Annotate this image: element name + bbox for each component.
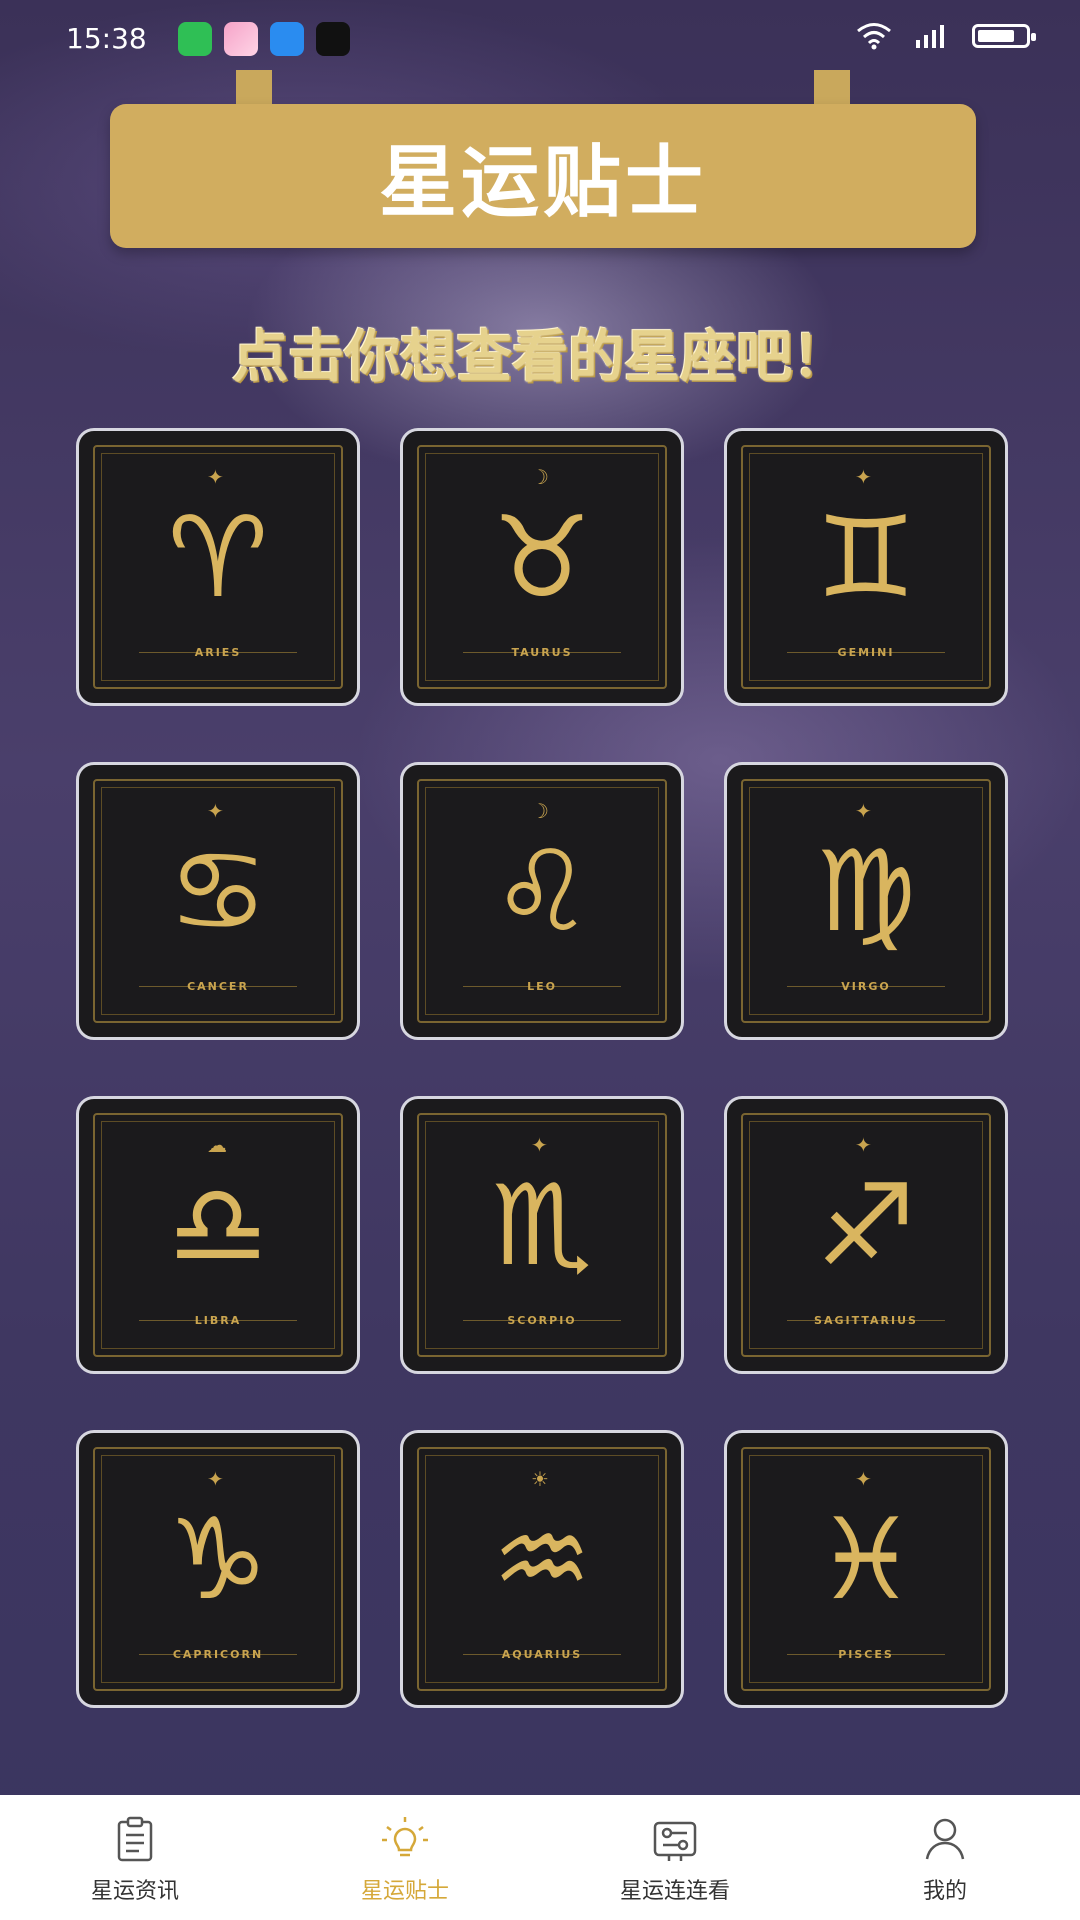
zodiac-name: CAPRICORN xyxy=(172,1648,264,1661)
wechat-app-icon xyxy=(178,22,212,56)
nav-item-astro-tips[interactable]: 星运贴士 xyxy=(270,1795,540,1920)
tiktok-app-icon xyxy=(316,22,350,56)
zodiac-name: ARIES xyxy=(194,646,242,659)
sagittarius-icon: ♐ xyxy=(815,1161,917,1291)
star-icon: ☽ xyxy=(531,465,549,489)
zodiac-name: AQUARIUS xyxy=(501,1648,583,1661)
star-icon: ☀ xyxy=(531,1467,549,1491)
star-icon: ✦ xyxy=(207,799,224,823)
zodiac-grid: ✦ ♈ ARIES ☽ ♉ TAURUS ✦ ♊ GEMINI ✦ ♋ CANC… xyxy=(76,428,1008,1708)
star-icon: ✦ xyxy=(855,799,872,823)
lightbulb-icon xyxy=(382,1817,428,1857)
zodiac-name: VIRGO xyxy=(841,980,891,993)
zodiac-card-scorpio[interactable]: ✦ ♏ SCORPIO xyxy=(400,1096,684,1374)
star-icon: ✦ xyxy=(531,1133,548,1157)
star-icon: ✦ xyxy=(207,1467,224,1491)
star-icon: ✦ xyxy=(855,1133,872,1157)
link-game-icon xyxy=(653,1821,697,1861)
star-icon: ✦ xyxy=(855,1467,872,1491)
nav-item-astro-news[interactable]: 星运资讯 xyxy=(0,1795,270,1920)
aquarius-icon: ♒ xyxy=(491,1495,593,1625)
zodiac-card-pisces[interactable]: ✦ ♓ PISCES xyxy=(724,1430,1008,1708)
zodiac-name: TAURUS xyxy=(511,646,573,659)
gemini-icon: ♊ xyxy=(815,493,917,623)
zodiac-name: CANCER xyxy=(187,980,249,993)
leo-icon: ♌ xyxy=(491,827,593,957)
zodiac-name: SAGITTARIUS xyxy=(814,1314,918,1327)
zodiac-card-capricorn[interactable]: ✦ ♑ CAPRICORN xyxy=(76,1430,360,1708)
nav-item-link-game[interactable]: 星运连连看 xyxy=(540,1795,810,1920)
status-bar: 15:38 xyxy=(0,0,1080,80)
notification-icons xyxy=(178,22,350,56)
zodiac-card-virgo[interactable]: ✦ ♍ VIRGO xyxy=(724,762,1008,1040)
libra-icon: ♎ xyxy=(167,1161,269,1291)
star-icon: ☁ xyxy=(207,1133,227,1157)
gallery-app-icon xyxy=(224,22,258,56)
signal-icon xyxy=(916,25,944,48)
nav-label: 我的 xyxy=(922,1879,967,1904)
instruction-text: 点击你想查看的星座吧！ xyxy=(232,325,848,390)
zodiac-name: LIBRA xyxy=(194,1314,242,1327)
nav-label: 星运资讯 xyxy=(90,1879,179,1904)
zodiac-name: LEO xyxy=(527,980,557,993)
zodiac-card-gemini[interactable]: ✦ ♊ GEMINI xyxy=(724,428,1008,706)
cancer-icon: ♋ xyxy=(167,827,269,957)
zodiac-card-libra[interactable]: ☁ ♎ LIBRA xyxy=(76,1096,360,1374)
zodiac-card-taurus[interactable]: ☽ ♉ TAURUS xyxy=(400,428,684,706)
page-title: 星运贴士 xyxy=(378,138,707,228)
clipboard-icon xyxy=(117,1816,153,1862)
zodiac-card-leo[interactable]: ☽ ♌ LEO xyxy=(400,762,684,1040)
send-app-icon xyxy=(270,22,304,56)
star-icon: ✦ xyxy=(207,465,224,489)
star-icon: ✦ xyxy=(855,465,872,489)
zodiac-card-aquarius[interactable]: ☀ ♒ AQUARIUS xyxy=(400,1430,684,1708)
taurus-icon: ♉ xyxy=(491,493,593,623)
virgo-icon: ♍ xyxy=(815,827,917,957)
zodiac-name: GEMINI xyxy=(837,646,895,659)
person-icon xyxy=(925,1818,965,1860)
nav-label: 星运连连看 xyxy=(619,1879,730,1904)
status-indicators xyxy=(856,22,1036,50)
capricorn-icon: ♑ xyxy=(167,1495,269,1625)
battery-icon xyxy=(972,24,1036,48)
star-icon: ☽ xyxy=(531,799,549,823)
bottom-nav: 星运资讯 星运贴士 星运连连看 我的 xyxy=(0,1795,1080,1920)
scorpio-icon: ♏ xyxy=(491,1161,593,1291)
zodiac-card-cancer[interactable]: ✦ ♋ CANCER xyxy=(76,762,360,1040)
pisces-icon: ♓ xyxy=(815,1495,917,1625)
zodiac-card-aries[interactable]: ✦ ♈ ARIES xyxy=(76,428,360,706)
zodiac-card-sagittarius[interactable]: ✦ ♐ SAGITTARIUS xyxy=(724,1096,1008,1374)
nav-item-profile[interactable]: 我的 xyxy=(810,1795,1080,1920)
wifi-icon xyxy=(857,23,891,50)
nav-label: 星运贴士 xyxy=(360,1879,449,1904)
title-banner: 星运贴士 xyxy=(110,104,976,248)
status-time: 15:38 xyxy=(66,22,147,55)
aries-icon: ♈ xyxy=(167,493,269,623)
zodiac-name: PISCES xyxy=(838,1648,894,1661)
zodiac-name: SCORPIO xyxy=(507,1314,577,1327)
